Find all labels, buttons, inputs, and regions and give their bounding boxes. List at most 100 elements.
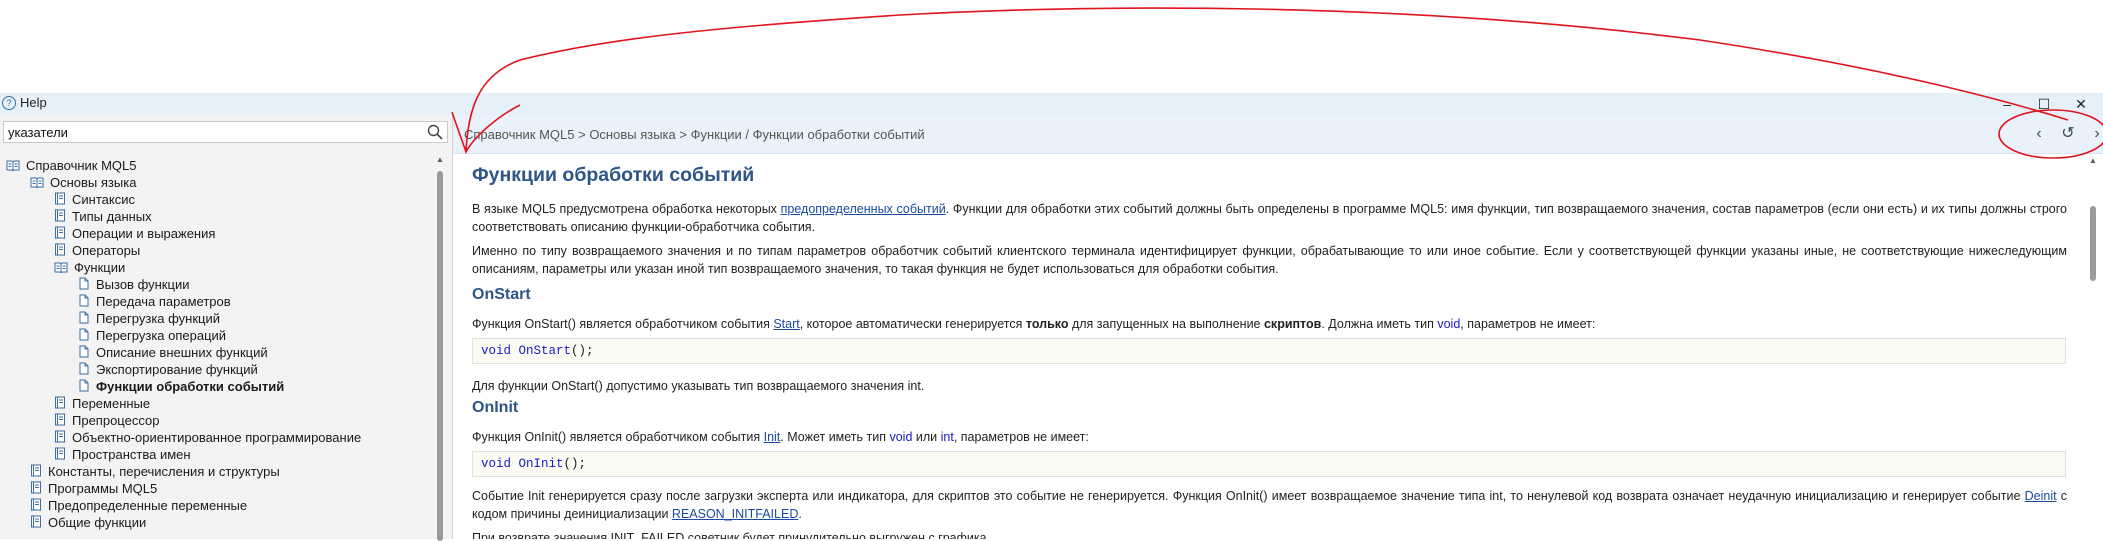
page-icon — [78, 362, 90, 379]
book-icon — [30, 464, 42, 481]
code-block-onstart: void OnStart(); — [472, 338, 2066, 364]
search-box — [3, 121, 448, 143]
tree-item[interactable]: Экспортирование функций — [78, 361, 258, 378]
forward-button[interactable]: › — [2085, 123, 2103, 145]
content-scrollbar-thumb[interactable] — [2090, 206, 2096, 281]
reason-initfailed-link[interactable]: REASON_INITFAILED — [672, 507, 798, 521]
book-icon — [54, 396, 66, 413]
book-icon — [30, 515, 42, 532]
tree-item-label: Экспортирование функций — [96, 362, 258, 377]
scroll-up-icon[interactable]: ▲ — [436, 155, 444, 164]
tree-item[interactable]: Вызов функции — [78, 276, 189, 293]
tree-item[interactable]: Описание внешних функций — [78, 344, 268, 361]
breadcrumb: Справочник MQL5 > Основы языка > Функции… — [464, 127, 925, 142]
maximize-button[interactable]: ☐ — [2029, 93, 2059, 115]
keyword: void — [1437, 317, 1461, 331]
search-icon[interactable] — [427, 124, 443, 145]
tree-item-label: Синтаксис — [72, 192, 135, 207]
book-icon — [54, 413, 66, 430]
tree-item-label: Справочник MQL5 — [26, 158, 137, 173]
tree-item-label: Перегрузка функций — [96, 311, 221, 326]
code-text: (); — [571, 344, 594, 358]
page-icon — [78, 345, 90, 362]
tree-item[interactable]: Предопределенные переменные — [30, 497, 247, 514]
oninit-heading: OnInit — [472, 399, 519, 416]
tree-item-label: Функции — [74, 260, 126, 275]
breadcrumb-bar: Справочник MQL5 > Основы языка > Функции… — [453, 115, 2103, 154]
second-paragraph: Именно по типу возвращаемого значения и … — [472, 244, 2067, 276]
tree-item-label: Типы данных — [72, 209, 152, 224]
book-icon — [54, 209, 66, 226]
tree-item[interactable]: Операции и выражения — [54, 225, 215, 242]
tree-item[interactable]: Основы языка — [30, 174, 136, 191]
tree-item[interactable]: Типы данных — [54, 208, 152, 225]
init-link[interactable]: Init — [764, 430, 781, 444]
tree-item[interactable]: Препроцессор — [54, 412, 159, 429]
tree-item[interactable]: Константы, перечисления и структуры — [30, 463, 280, 480]
tree-item[interactable]: Функции — [54, 259, 125, 276]
predefined-events-link[interactable]: предопределенных событий — [781, 202, 946, 216]
open-book-icon — [54, 260, 68, 277]
tree-item[interactable]: Программы MQL5 — [30, 480, 157, 497]
deinit-link[interactable]: Deinit — [2025, 489, 2057, 503]
tree-item-label: Объектно-ориентированное программировани… — [72, 430, 362, 445]
tree-item[interactable]: Справочник MQL5 — [6, 157, 137, 174]
back-button[interactable]: ‹ — [2027, 123, 2051, 145]
tree-item[interactable]: Функции обработки событий — [78, 378, 284, 395]
onstart-paragraph: Функция OnStart() является обработчиком … — [472, 315, 2067, 333]
scroll-up-icon[interactable]: ▲ — [2089, 156, 2097, 165]
tree-item-label: Передача параметров — [96, 294, 231, 309]
page-icon — [78, 277, 90, 294]
tree-item[interactable]: Операторы — [54, 242, 140, 259]
text: для запущенных на выполнение — [1068, 317, 1264, 331]
tree-item[interactable]: Объектно-ориентированное программировани… — [54, 429, 361, 446]
tree-item-label: Перегрузка операций — [96, 328, 227, 343]
text: или — [912, 430, 941, 444]
tree-item-label: Основы языка — [50, 175, 137, 190]
help-icon: ? — [2, 96, 16, 110]
left-pane: Справочник MQL5 Основы языка Синтаксис Типы… — [0, 115, 453, 541]
book-icon — [30, 498, 42, 515]
tree-item-label: Описание внешних функций — [96, 345, 268, 360]
minimize-button[interactable]: – — [1992, 93, 2022, 115]
text: Функция OnStart() является обработчиком … — [472, 317, 774, 331]
keyword: int — [940, 430, 954, 444]
tree-item-label: Препроцессор — [72, 413, 160, 428]
tree-item[interactable]: Пространства имен — [54, 446, 191, 463]
code-keyword: void — [481, 457, 512, 471]
close-button[interactable]: ✕ — [2066, 93, 2096, 115]
text-bold: скриптов — [1263, 317, 1322, 331]
refresh-button[interactable]: ↺ — [2056, 123, 2080, 145]
text: Событие Init генерируется сразу после за… — [472, 489, 2025, 503]
window-title: Help — [20, 95, 47, 110]
onstart-note: Для функции OnStart() допустимо указыват… — [472, 379, 925, 393]
text: , параметров не имеет: — [1460, 317, 1596, 331]
tree-item[interactable]: Передача параметров — [78, 293, 231, 310]
keyword: void — [889, 430, 913, 444]
tree-item[interactable]: Переменные — [54, 395, 150, 412]
tree-item[interactable]: Перегрузка функций — [78, 310, 220, 327]
tree-item-label: Вызов функции — [96, 277, 190, 292]
book-icon — [54, 192, 66, 209]
left-scrollbar-thumb[interactable] — [437, 171, 443, 541]
tree-item-label: Константы, перечисления и структуры — [48, 464, 280, 479]
search-input[interactable] — [4, 122, 422, 142]
page-title: Функции обработки событий — [472, 164, 755, 186]
book-icon — [54, 430, 66, 447]
tree-item-label: Пространства имен — [72, 447, 191, 462]
tree-item-label: Общие функции — [48, 515, 147, 530]
content-scrollbar[interactable]: ▲ — [2088, 156, 2098, 539]
tree-item[interactable]: Перегрузка операций — [78, 327, 226, 344]
open-book-icon — [6, 158, 20, 175]
left-scrollbar[interactable]: ▲ — [435, 155, 445, 541]
book-icon — [30, 481, 42, 498]
page-icon — [78, 294, 90, 311]
onstart-heading: OnStart — [472, 286, 531, 303]
tree-item[interactable]: Общие функции — [30, 514, 146, 531]
book-icon — [54, 447, 66, 464]
code-block-oninit: void OnInit(); — [472, 451, 2066, 477]
start-link[interactable]: Start — [773, 317, 799, 331]
oninit-paragraph: Функция OnInit() является обработчиком с… — [472, 428, 2067, 446]
tree-item[interactable]: Синтаксис — [54, 191, 135, 208]
tree-item-label: Операторы — [72, 243, 141, 258]
